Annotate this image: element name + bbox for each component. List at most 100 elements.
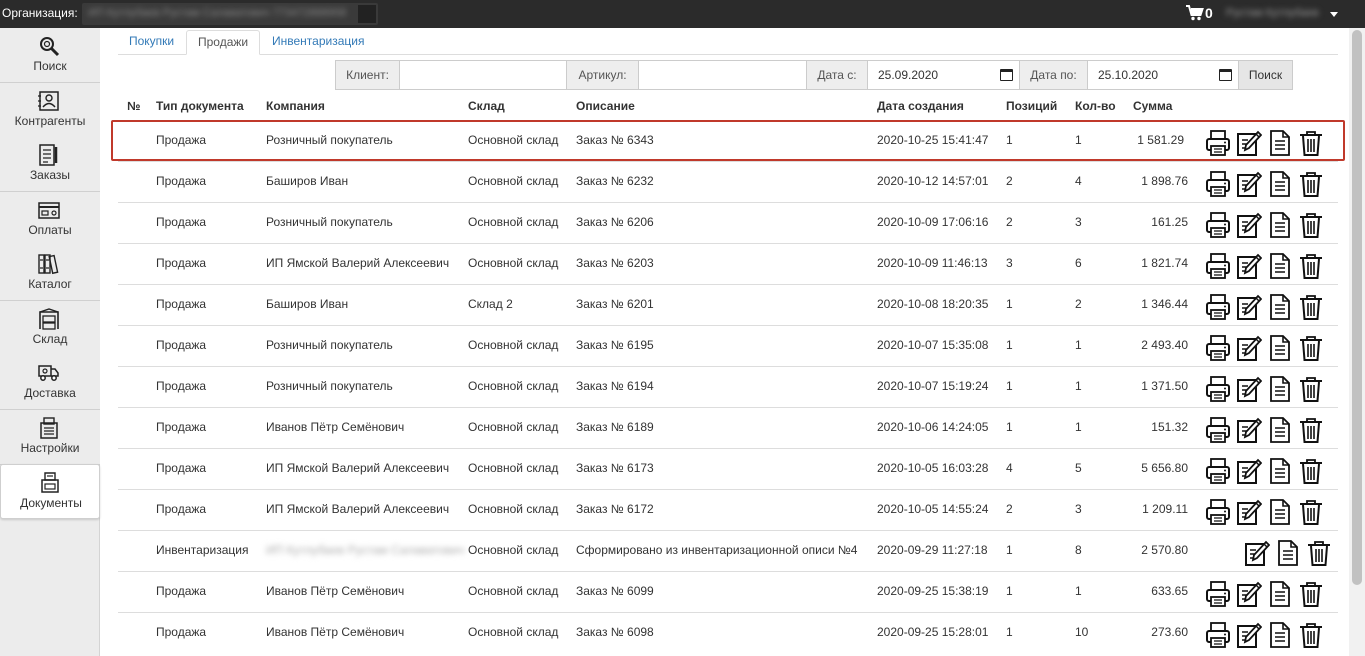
col-positions[interactable]: Позиций [1006, 99, 1057, 113]
trash-icon[interactable] [1298, 129, 1324, 157]
document-icon[interactable] [1267, 621, 1293, 649]
article-input[interactable] [638, 60, 807, 90]
col-created[interactable]: Дата создания [877, 99, 964, 113]
col-description[interactable]: Описание [576, 99, 635, 113]
table-row[interactable]: Продажа Розничный покупатель Основной скла… [111, 120, 1345, 161]
document-icon[interactable] [1267, 129, 1293, 157]
cart-button[interactable]: 0 [1186, 4, 1218, 24]
trash-icon[interactable] [1306, 539, 1332, 567]
print-icon[interactable] [1205, 457, 1231, 485]
table-row[interactable]: Инвентаризация ИП Кутлубаев Рустам Салава… [118, 530, 1338, 571]
print-icon[interactable] [1205, 211, 1231, 239]
edit-icon[interactable] [1236, 129, 1263, 157]
trash-icon[interactable] [1298, 457, 1324, 485]
sidebar-item-contacts[interactable]: Контрагенты [0, 82, 100, 138]
document-icon[interactable] [1267, 211, 1293, 239]
trash-icon[interactable] [1298, 293, 1324, 321]
trash-icon[interactable] [1298, 498, 1324, 526]
sidebar-item-search[interactable]: Поиск [0, 28, 100, 83]
table-row[interactable]: Продажа Баширов Иван Основной склад Заказ №… [118, 161, 1338, 202]
print-icon[interactable] [1205, 252, 1231, 280]
col-qty[interactable]: Кол-во [1075, 99, 1116, 113]
tab-sales[interactable]: Продажи [186, 30, 261, 55]
table-row[interactable]: Продажа ИП Ямской Валерий Алексеевич Основ… [118, 243, 1338, 284]
document-icon[interactable] [1267, 498, 1293, 526]
edit-icon[interactable] [1236, 170, 1263, 198]
cell-warehouse: Основной склад [468, 584, 559, 598]
cell-sum: 273.60 [1151, 625, 1188, 639]
date-to-input[interactable]: 25.10.2020 [1087, 60, 1239, 90]
print-icon[interactable] [1205, 293, 1231, 321]
document-icon[interactable] [1267, 416, 1293, 444]
print-icon[interactable] [1205, 498, 1231, 526]
trash-icon[interactable] [1298, 580, 1324, 608]
trash-icon[interactable] [1298, 375, 1324, 403]
org-select[interactable]: ИП Кутлубаев Рустам Салаватович 77347288… [82, 3, 378, 25]
trash-icon[interactable] [1298, 252, 1324, 280]
document-icon[interactable] [1275, 539, 1301, 567]
print-icon[interactable] [1205, 416, 1231, 444]
col-number[interactable]: № [127, 99, 140, 113]
edit-icon[interactable] [1244, 539, 1271, 567]
sidebar-item-settings[interactable]: Настройки [0, 409, 100, 465]
table-row[interactable]: Продажа Иванов Пётр Семёнович Основной скл… [118, 612, 1338, 653]
document-icon[interactable] [1267, 457, 1293, 485]
sidebar-item-documents[interactable]: Документы [0, 464, 100, 519]
edit-icon[interactable] [1236, 252, 1263, 280]
tab-purchases[interactable]: Покупки [118, 30, 185, 55]
trash-icon[interactable] [1298, 211, 1324, 239]
print-icon[interactable] [1205, 621, 1231, 649]
edit-icon[interactable] [1236, 293, 1263, 321]
sidebar-item-delivery[interactable]: Доставка [0, 355, 100, 410]
edit-icon[interactable] [1236, 457, 1263, 485]
table-row[interactable]: Продажа Розничный покупатель Основной скла… [118, 202, 1338, 243]
table-row[interactable]: Продажа Розничный покупатель Основной скла… [118, 366, 1338, 407]
search-button[interactable]: Поиск [1238, 60, 1293, 90]
col-company[interactable]: Компания [266, 99, 325, 113]
table-row[interactable]: Продажа ИП Ямской Валерий Алексеевич Основ… [118, 448, 1338, 489]
print-icon[interactable] [1205, 580, 1231, 608]
col-warehouse[interactable]: Склад [468, 99, 505, 113]
sidebar-item-catalog[interactable]: Каталог [0, 246, 100, 301]
document-icon[interactable] [1267, 170, 1293, 198]
trash-icon[interactable] [1298, 621, 1324, 649]
sidebar-item-warehouse[interactable]: Склад [0, 300, 100, 356]
table-row[interactable]: Продажа Розничный покупатель Основной скла… [118, 325, 1338, 366]
edit-icon[interactable] [1236, 498, 1263, 526]
client-input[interactable] [399, 60, 567, 90]
print-icon[interactable] [1205, 334, 1231, 362]
scrollbar[interactable] [1349, 28, 1365, 656]
document-icon[interactable] [1267, 252, 1293, 280]
table-row[interactable]: Продажа Иванов Пётр Семёнович Основной скл… [118, 407, 1338, 448]
table-row[interactable]: Продажа ИП Ямской Валерий Алексеевич Основ… [118, 489, 1338, 530]
document-icon[interactable] [1267, 293, 1293, 321]
edit-icon[interactable] [1236, 375, 1263, 403]
edit-icon[interactable] [1236, 580, 1263, 608]
document-icon[interactable] [1267, 334, 1293, 362]
tab-inventory[interactable]: Инвентаризация [261, 30, 375, 55]
print-icon[interactable] [1205, 129, 1231, 157]
table-row[interactable]: Продажа Иванов Пётр Семёнович Основной скл… [118, 571, 1338, 612]
sidebar-item-orders[interactable]: Заказы [0, 137, 100, 192]
col-sum[interactable]: Сумма [1133, 99, 1172, 113]
document-icon[interactable] [1267, 375, 1293, 403]
trash-icon[interactable] [1298, 334, 1324, 362]
trash-icon[interactable] [1298, 170, 1324, 198]
document-icon[interactable] [1267, 580, 1293, 608]
date-from-input[interactable]: 25.09.2020 [867, 60, 1020, 90]
edit-icon[interactable] [1236, 211, 1263, 239]
sidebar-item-payments[interactable]: Оплаты [0, 191, 100, 247]
trash-icon[interactable] [1298, 416, 1324, 444]
print-icon[interactable] [1205, 170, 1231, 198]
cell-positions: 3 [1006, 256, 1013, 270]
calendar-icon[interactable] [1000, 69, 1013, 81]
table-row[interactable]: Продажа Баширов Иван Склад 2 Заказ № 6201 20… [118, 284, 1338, 325]
scrollbar-thumb[interactable] [1352, 30, 1362, 585]
edit-icon[interactable] [1236, 416, 1263, 444]
calendar-icon[interactable] [1219, 69, 1232, 81]
edit-icon[interactable] [1236, 621, 1263, 649]
col-doc-type[interactable]: Тип документа [156, 99, 244, 113]
print-icon[interactable] [1205, 375, 1231, 403]
user-menu[interactable]: Рустам Кутлубаев [1222, 5, 1342, 23]
edit-icon[interactable] [1236, 334, 1263, 362]
